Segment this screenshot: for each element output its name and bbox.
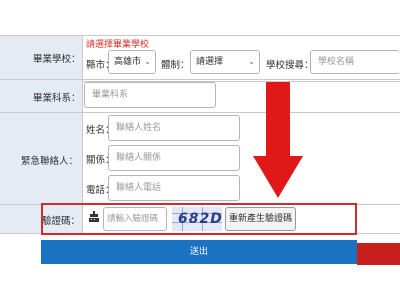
school-search-input[interactable]: 學校名稱 [310, 50, 400, 74]
system-label: 體制： [161, 60, 190, 71]
submit-button[interactable]: 送出 [41, 240, 357, 264]
contact-phone-placeholder: 聯絡人電話 [116, 183, 162, 193]
submit-red-segment [357, 243, 400, 265]
school-label: 畢業學校： [33, 54, 81, 65]
chevron-down-icon: ⌄ [248, 57, 255, 66]
school-hint: 請選擇畢業學校 [86, 40, 150, 50]
chevron-down-icon: ⌄ [144, 57, 151, 66]
system-select[interactable]: 請選擇 ⌄ [190, 50, 260, 74]
contact-relation-placeholder: 聯絡人關係 [116, 153, 162, 163]
row-line [0, 79, 400, 80]
department-input[interactable]: 畢業科系 [84, 82, 216, 108]
contact-relation-input[interactable]: 聯絡人關係 [108, 145, 240, 171]
contact-phone-input[interactable]: 聯絡人電話 [108, 175, 240, 201]
school-search-placeholder: 學校名稱 [318, 57, 355, 67]
contact-name-placeholder: 聯絡人姓名 [116, 123, 162, 133]
department-placeholder: 畢業科系 [92, 90, 129, 100]
contact-label: 緊急聯絡人： [21, 156, 79, 167]
row-line [0, 112, 400, 113]
row-line [0, 35, 400, 36]
captcha-highlight [41, 203, 357, 235]
department-label: 畢業科系： [33, 93, 81, 104]
system-value: 請選擇 [196, 57, 224, 67]
county-value: 高雄市 [114, 57, 142, 67]
search-label: 學校搜尋： [266, 60, 314, 71]
county-select[interactable]: 高雄市 ⌄ [108, 50, 156, 74]
contact-name-input[interactable]: 聯絡人姓名 [108, 115, 240, 141]
down-arrow-annotation [253, 82, 303, 198]
